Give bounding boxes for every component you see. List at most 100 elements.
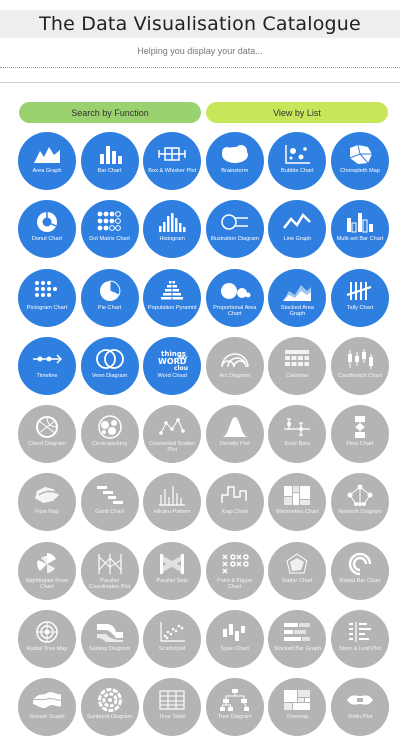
catalogue-item-word-cloud[interactable]: thingsWORDcloudsayWord Cloud	[143, 336, 202, 395]
catalogue-item-timeline[interactable]: Timeline	[18, 336, 76, 395]
catalogue-item-label: Connected Scatter Plot	[149, 441, 196, 454]
catalogue-item-stacked-bar-graph[interactable]: Stacked Bar Graph	[268, 610, 327, 669]
calendar-icon	[281, 347, 313, 371]
error-bars-icon	[281, 415, 313, 439]
catalogue-item-connected-scatter-plot[interactable]: Connected Scatter Plot	[143, 405, 202, 464]
catalogue-item-pie-chart[interactable]: Pie Chart	[80, 268, 139, 327]
catalogue-item-calendar[interactable]: Calendar	[268, 336, 327, 395]
catalogue-item-label: Sankey Diagram	[88, 646, 131, 653]
catalogue-item-parallel-sets[interactable]: Parallel Sets	[143, 541, 202, 600]
catalogue-item-bar-chart[interactable]: Bar Chart	[80, 132, 139, 190]
catalogue-item-kagi-chart[interactable]: Kagi Chart	[205, 473, 264, 532]
catalogue-item-line-graph[interactable]: Line Graph	[268, 200, 327, 259]
catalogue-item-marimekko-chart[interactable]: Marimekko Chart	[268, 473, 327, 532]
site-tagline: Helping you display your data...	[137, 46, 263, 56]
catalogue-item-donut-chart[interactable]: Donut Chart	[18, 200, 76, 259]
catalogue-item-venn-diagram[interactable]: Venn Diagram	[80, 336, 139, 395]
population-pyramid-icon	[156, 279, 188, 303]
svg-text:say: say	[178, 355, 188, 361]
catalogue-item-scatterplot[interactable]: Scatterplot	[143, 610, 202, 669]
catalogue-item-box-whisker-plot[interactable]: Box & Whisker Plot	[143, 132, 202, 190]
tree-diagram-icon	[219, 688, 251, 712]
density-plot-icon	[219, 415, 251, 439]
divider	[0, 82, 400, 83]
venn-diagram-icon	[94, 347, 126, 371]
catalogue-item-tree-diagram[interactable]: Tree Diagram	[205, 678, 264, 737]
histogram-icon	[156, 210, 188, 234]
catalogue-item-error-bars[interactable]: Error Bars	[268, 405, 327, 464]
catalogue-item-tally-chart[interactable]: Tally Chart	[330, 268, 389, 327]
catalogue-item-illustration-diagram[interactable]: Illustration Diagram	[205, 200, 264, 259]
catalogue-item-sunburst-diagram[interactable]: Sunburst Diagram	[80, 678, 139, 737]
illustration-diagram-icon	[219, 210, 251, 234]
catalogue-item-label: Multi-set Bar Chart	[336, 236, 384, 243]
catalogue-item-histogram[interactable]: Histogram	[143, 200, 202, 259]
catalogue-item-label: Network Diagram	[338, 509, 382, 516]
catalogue-item-arc-diagram[interactable]: Arc Diagram	[205, 336, 264, 395]
catalogue-item-nightingale-rose-chart[interactable]: Nightingale Rose Chart	[18, 541, 76, 600]
multi-set-bar-chart-icon	[344, 210, 376, 234]
catalogue-item-treemap[interactable]: Treemap	[268, 678, 327, 737]
catalogue-item-label: Scatterplot	[158, 646, 186, 653]
catalogue-item-brainstorm[interactable]: Brainstorm	[205, 132, 264, 190]
catalogue-item-label: Box & Whisker Plot	[148, 168, 197, 174]
catalogue-item-label: Error Bars	[284, 441, 311, 448]
treemap-icon	[281, 688, 313, 712]
choropleth-map-icon	[344, 142, 376, 166]
catalogue-item-sankey-diagram[interactable]: Sankey Diagram	[80, 610, 139, 669]
catalogue-item-radial-tree-map[interactable]: Radial Tree Map	[18, 610, 76, 669]
sunburst-diagram-icon	[94, 688, 126, 713]
catalogue-item-point-figure-chart[interactable]: Point & Figure Chart	[205, 541, 264, 600]
donut-chart-icon	[31, 210, 63, 234]
catalogue-item-label: Stream Graph	[29, 714, 65, 721]
network-diagram-icon	[344, 483, 376, 507]
catalogue-item-label: Treemap	[286, 714, 309, 721]
catalogue-item-label: Radial Bar Chart	[339, 577, 381, 584]
catalogue-item-violin-plot[interactable]: Violin Plot	[330, 678, 389, 737]
gantt-chart-icon	[94, 483, 126, 507]
catalogue-item-gantt-chart[interactable]: Gantt Chart	[80, 473, 139, 532]
catalogue-item-stem-leaf-plot[interactable]: Stem & Leaf Plot	[330, 610, 389, 669]
radar-chart-icon	[281, 552, 313, 576]
catalogue-item-parallel-coordinates-plot[interactable]: Parallel Coordinates Plot	[80, 541, 139, 600]
catalogue-item-time-table[interactable]: Time Table	[143, 678, 202, 737]
catalogue-item-label: Time Table	[158, 714, 186, 721]
catalogue-item-population-pyramid[interactable]: Population Pyramid	[143, 268, 202, 327]
catalogue-item-density-plot[interactable]: Density Plot	[205, 405, 264, 464]
catalogue-item-radial-bar-chart[interactable]: Radial Bar Chart	[330, 541, 389, 600]
catalogue-item-label: Pictogram Chart	[26, 304, 68, 311]
catalogue-item-circle-packing[interactable]: Circle-packing	[80, 405, 139, 464]
parallel-coordinates-plot-icon	[94, 552, 126, 576]
violin-plot-icon	[344, 688, 376, 712]
catalogue-item-pictogram-chart[interactable]: Pictogram Chart	[18, 268, 76, 327]
kagi-chart-icon	[219, 483, 251, 507]
catalogue-item-label: Density Plot	[219, 441, 250, 448]
catalogue-item-network-diagram[interactable]: Network Diagram	[330, 473, 389, 532]
catalogue-item-label: Bar Chart	[97, 168, 122, 174]
word-cloud-icon: thingsWORDcloudsay	[156, 347, 188, 371]
catalogue-item-hikaku-pattern[interactable]: Hikaku Pattern	[143, 473, 202, 532]
catalogue-item-label: Marimekko Chart	[276, 509, 319, 516]
catalogue-item-choropleth-map[interactable]: Choropleth Map	[330, 132, 389, 190]
catalogue-item-label: Kagi Chart	[221, 509, 248, 516]
catalogue-item-bubble-chart[interactable]: Bubble Chart	[268, 132, 327, 190]
pie-chart-icon	[94, 279, 126, 303]
catalogue-item-chord-diagram[interactable]: Chord Diagram	[18, 405, 76, 464]
catalogue-item-radar-chart[interactable]: Radar Chart	[268, 541, 327, 600]
catalogue-item-proportional-area-chart[interactable]: Proportional Area Chart	[205, 268, 264, 327]
svg-text:cloud: cloud	[174, 365, 188, 371]
catalogue-item-dot-matrix-chart[interactable]: Dot Matrix Chart	[80, 200, 139, 259]
site-title[interactable]: The Data Visualisation Catalogue	[39, 13, 361, 35]
catalogue-item-stream-graph[interactable]: Stream Graph	[18, 678, 76, 737]
catalogue-item-flow-map[interactable]: Flow Map	[18, 473, 76, 532]
catalogue-item-multi-set-bar-chart[interactable]: Multi-set Bar Chart	[330, 200, 389, 259]
catalogue-item-flow-chart[interactable]: Flow Chart	[330, 405, 389, 464]
catalogue-item-stacked-area-graph[interactable]: Stacked Area Graph	[268, 268, 327, 327]
catalogue-item-candlestick-chart[interactable]: Candlestick Chart	[330, 336, 389, 395]
connected-scatter-plot-icon	[156, 415, 188, 439]
catalogue-item-span-chart[interactable]: Span Chart	[205, 610, 264, 669]
sankey-diagram-icon	[94, 620, 126, 644]
catalogue-item-area-graph[interactable]: Area Graph	[18, 132, 76, 190]
view-by-list-button[interactable]: View by List	[206, 102, 388, 123]
search-by-function-button[interactable]: Search by Function	[19, 102, 201, 123]
